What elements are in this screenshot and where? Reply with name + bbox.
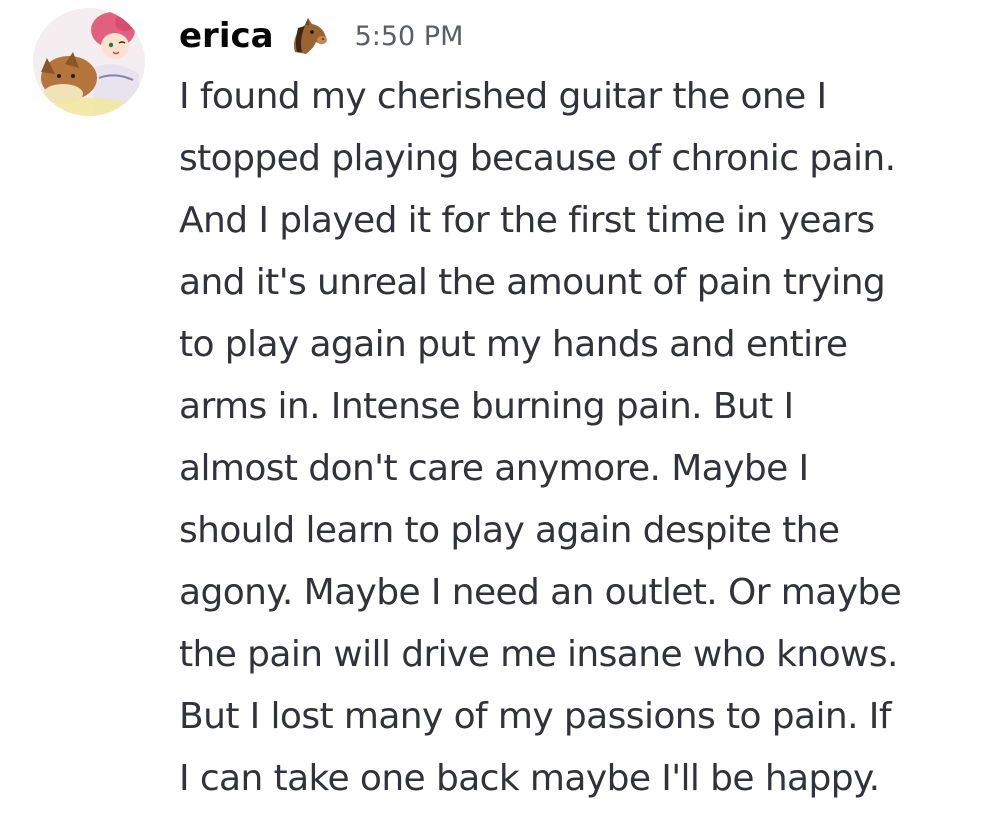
horse-face-icon xyxy=(286,14,330,58)
message-line: should learn to play again despite the xyxy=(179,510,840,551)
chat-message: erica 5:50 PM I found my cherished guita… xyxy=(0,0,1000,825)
message-line: arms in. Intense burning pain. But I xyxy=(179,386,794,427)
message-line: But I lost many of my passions to pain. … xyxy=(179,696,891,737)
message-header: erica 5:50 PM xyxy=(179,8,463,64)
message-line: and it's unreal the amount of pain tryin… xyxy=(179,262,886,303)
message-line: to play again put my hands and entire xyxy=(179,324,848,365)
message-line: agony. Maybe I need an outlet. Or maybe xyxy=(179,572,902,613)
message-line: And I played it for the first time in ye… xyxy=(179,200,875,241)
message-content: I found my cherished guitar the one I st… xyxy=(179,66,989,810)
message-line: I found my cherished guitar the one I xyxy=(179,76,827,117)
timestamp: 5:50 PM xyxy=(354,20,464,52)
username[interactable]: erica xyxy=(179,16,274,56)
message-line: the pain will drive me insane who knows. xyxy=(179,634,899,675)
message-line: stopped playing because of chronic pain. xyxy=(179,138,896,179)
message-line: I can take one back maybe I'll be happy. xyxy=(179,758,880,799)
message-line: almost don't care anymore. Maybe I xyxy=(179,448,809,489)
avatar-image xyxy=(33,8,145,116)
avatar[interactable] xyxy=(33,8,145,116)
